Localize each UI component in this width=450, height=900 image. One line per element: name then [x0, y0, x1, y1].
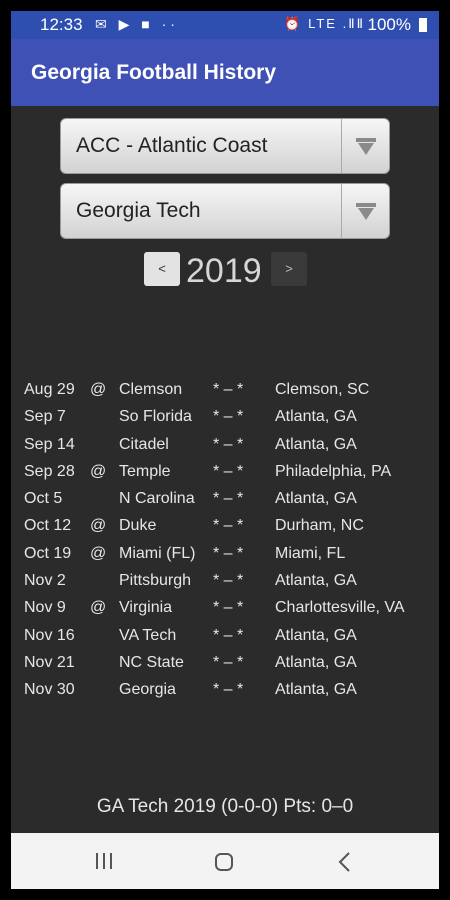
team-dropdown[interactable]: Georgia Tech: [60, 183, 390, 239]
schedule-row: Nov 30 Georgia * – * Atlanta, GA: [11, 679, 439, 706]
opponent: Georgia: [119, 681, 176, 699]
schedule-row: Aug 29 @ Clemson * – * Clemson, SC: [11, 379, 439, 406]
next-year-button[interactable]: >: [271, 252, 307, 286]
score: * – *: [213, 626, 244, 644]
dropdown-divider: [341, 119, 342, 173]
dropdown-divider: [341, 184, 342, 238]
app-title: Georgia Football History: [31, 61, 277, 84]
opponent: Duke: [119, 517, 157, 535]
game-date: Sep 7: [24, 408, 66, 426]
game-date: Oct 19: [24, 544, 72, 562]
status-time: 12:33: [40, 15, 83, 34]
opponent: Citadel: [119, 435, 169, 453]
schedule-row: Sep 7 So Florida * – * Atlanta, GA: [11, 406, 439, 433]
season-year: 2019: [186, 252, 262, 290]
opponent: Clemson: [119, 381, 183, 398]
back-icon[interactable]: [337, 851, 351, 873]
score: * – *: [213, 599, 244, 617]
score: * – *: [213, 517, 244, 535]
score: * – *: [213, 681, 244, 699]
game-location: Atlanta, GA: [275, 435, 357, 453]
game-location: Atlanta, GA: [275, 626, 357, 644]
opponent: VA Tech: [119, 626, 177, 644]
game-location: Miami, FL: [275, 544, 346, 562]
game-date: Nov 2: [24, 572, 66, 590]
team-value: Georgia Tech: [76, 199, 201, 222]
game-date: Sep 14: [24, 435, 75, 453]
game-date: Oct 5: [24, 490, 63, 508]
dropdown-arrow-icon: [356, 138, 376, 155]
notification-icons: ✉ ▶ ■ ··: [95, 16, 179, 32]
game-location: Atlanta, GA: [275, 681, 357, 699]
schedule-row: Nov 2 Pittsburgh * – * Atlanta, GA: [11, 570, 439, 597]
opponent: NC State: [119, 653, 184, 671]
game-location: Atlanta, GA: [275, 490, 357, 508]
schedule-row: Nov 21 NC State * – * Atlanta, GA: [11, 652, 439, 679]
away-marker: @: [90, 517, 107, 535]
season-summary: GA Tech 2019 (0-0-0) Pts: 0–0: [96, 796, 354, 817]
opponent: N Carolina: [119, 490, 195, 508]
schedule-row: Sep 14 Citadel * – * Atlanta, GA: [11, 434, 439, 461]
status-bar: 12:33 ✉ ▶ ■ ·· ⏰ LTE .ⅡⅡ 100%: [11, 11, 439, 39]
game-date: Nov 9: [24, 599, 66, 617]
game-location: Atlanta, GA: [275, 653, 357, 671]
opponent: Temple: [119, 462, 171, 480]
score: * – *: [213, 381, 244, 398]
away-marker: @: [90, 381, 107, 398]
game-date: Nov 30: [24, 681, 75, 699]
score: * – *: [213, 544, 244, 562]
score: * – *: [213, 435, 244, 453]
schedule-row: Oct 12 @ Duke * – * Durham, NC: [11, 515, 439, 542]
game-location: Durham, NC: [275, 517, 364, 535]
schedule-row: Oct 5 N Carolina * – * Atlanta, GA: [11, 488, 439, 515]
game-location: Philadelphia, PA: [275, 462, 392, 480]
game-location: Atlanta, GA: [275, 408, 357, 426]
game-date: Nov 21: [24, 653, 75, 671]
schedule-row: Nov 9 @ Virginia * – * Charlottesville, …: [11, 597, 439, 624]
score: * – *: [213, 653, 244, 671]
opponent: Miami (FL): [119, 544, 196, 562]
app-bar: Georgia Football History: [11, 39, 439, 106]
opponent: Virginia: [119, 599, 173, 617]
system-nav-bar: [11, 833, 439, 889]
conference-value: ACC - Atlantic Coast: [76, 134, 268, 157]
game-location: Clemson, SC: [275, 381, 370, 398]
game-date: Nov 16: [24, 626, 75, 644]
recent-apps-icon[interactable]: [95, 853, 113, 869]
conference-dropdown[interactable]: ACC - Atlantic Coast: [60, 118, 390, 174]
score: * – *: [213, 490, 244, 508]
score: * – *: [213, 408, 244, 426]
battery-icon: [419, 18, 427, 32]
game-location: Atlanta, GA: [275, 572, 357, 590]
away-marker: @: [90, 462, 107, 480]
year-navigator: < 2019 >: [11, 251, 439, 291]
game-location: Charlottesville, VA: [275, 599, 405, 617]
score: * – *: [213, 572, 244, 590]
dropdown-arrow-icon: [356, 203, 376, 220]
game-date: Oct 12: [24, 517, 72, 535]
phone-screen: 12:33 ✉ ▶ ■ ·· ⏰ LTE .ⅡⅡ 100% Georgia Fo…: [11, 11, 439, 889]
away-marker: @: [90, 599, 107, 617]
schedule-row: Sep 28 @ Temple * – * Philadelphia, PA: [11, 461, 439, 488]
battery-level: 100%: [367, 15, 411, 34]
away-marker: @: [90, 544, 107, 562]
signal-icons: ⏰ LTE .ⅡⅡ: [284, 16, 365, 31]
game-date: Sep 28: [24, 462, 75, 480]
opponent: Pittsburgh: [119, 572, 192, 590]
previous-year-button[interactable]: <: [144, 252, 180, 286]
home-icon[interactable]: [215, 853, 233, 871]
schedule-list: Aug 29 @ Clemson * – * Clemson, SC Sep 7…: [11, 379, 439, 707]
schedule-row: Nov 16 VA Tech * – * Atlanta, GA: [11, 625, 439, 652]
game-date: Aug 29: [24, 381, 75, 398]
schedule-row: Oct 19 @ Miami (FL) * – * Miami, FL: [11, 543, 439, 570]
score: * – *: [213, 462, 244, 480]
opponent: So Florida: [119, 408, 192, 426]
